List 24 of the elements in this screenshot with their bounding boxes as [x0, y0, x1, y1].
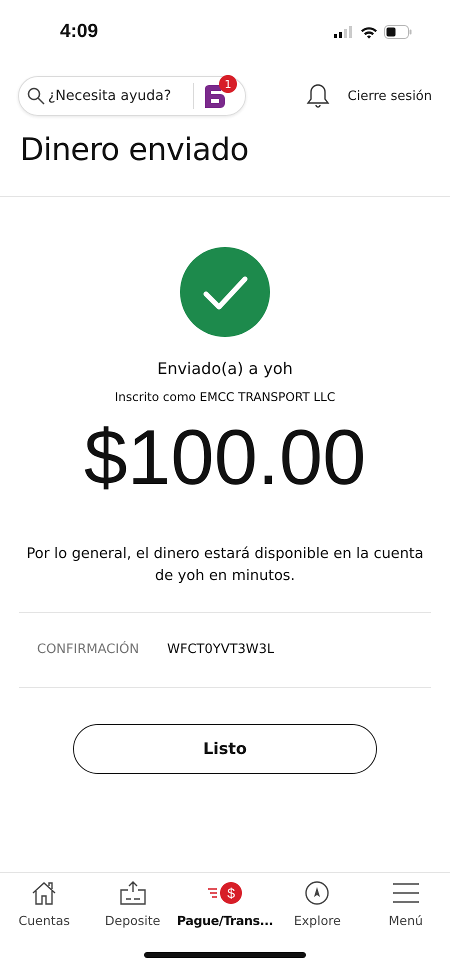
- nav-tab[interactable]: Explore: [273, 879, 362, 928]
- nav-tab[interactable]: Deposite: [88, 879, 177, 928]
- bell-icon[interactable]: [306, 83, 330, 109]
- logout-link[interactable]: Cierre sesión: [348, 88, 432, 104]
- confirmation-label: CONFIRMACIÓN: [37, 642, 140, 657]
- wifi-icon: [360, 26, 378, 38]
- availability-note: Por lo general, el dinero estará disponible en la cuenta de yoh en minutos.: [26, 545, 424, 586]
- deposit-icon: [118, 879, 147, 907]
- signal-icon: [334, 26, 354, 38]
- check-icon: [180, 247, 270, 337]
- notification-badge: 1: [219, 75, 237, 93]
- amount-text: $100.00: [84, 418, 366, 496]
- compass-icon: [304, 879, 330, 907]
- confirmation-code: WFCT0YVT3W3L: [167, 642, 274, 657]
- nav-tab[interactable]: Cuentas: [0, 879, 88, 928]
- battery-icon: [384, 25, 412, 39]
- status-time: 4:09: [60, 21, 98, 43]
- done-button[interactable]: Listo: [73, 724, 377, 774]
- search-icon: [27, 87, 45, 105]
- page-title: Dinero enviado: [20, 132, 250, 168]
- enrolled-text: Inscrito como EMCC TRANSPORT LLC: [114, 390, 336, 404]
- nav-tab[interactable]: $ Pague/Trans...: [176, 879, 274, 928]
- recipient-text: Enviado(a) a yoh: [157, 359, 293, 378]
- nav-tab[interactable]: Menú: [362, 879, 450, 928]
